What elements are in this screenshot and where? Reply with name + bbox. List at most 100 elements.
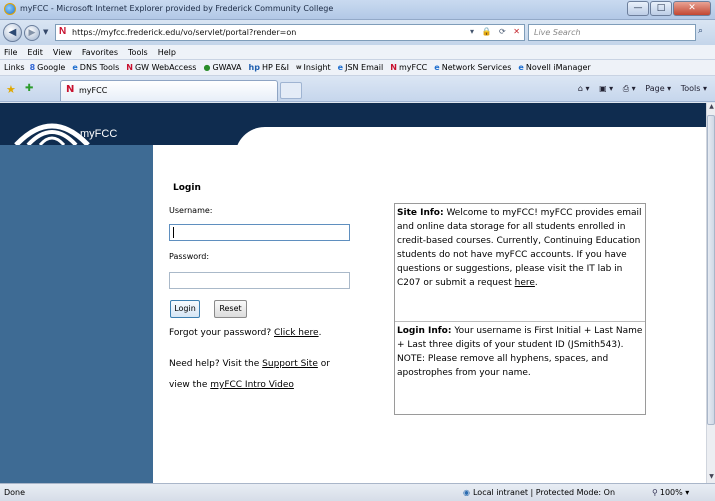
scroll-down-icon[interactable]: ▼ <box>707 473 715 483</box>
ie-page-icon: e <box>434 63 440 72</box>
link-label: GW WebAccess <box>134 63 197 72</box>
view-label: view the <box>169 380 208 390</box>
zoom-control[interactable]: ⚲ 100% ▾ <box>652 488 689 497</box>
login-info: Login Info: Your username is First Initi… <box>397 324 643 380</box>
menu-favorites[interactable]: Favorites <box>82 48 118 57</box>
lock-icon[interactable]: 🔒 <box>482 27 492 36</box>
address-url[interactable]: https://myfcc.frederick.edu/vo/servlet/p… <box>72 28 296 37</box>
link-label: JSN Email <box>345 63 384 72</box>
refresh-icon[interactable]: ⟳ <box>499 27 506 36</box>
site-info-end: . <box>534 278 538 288</box>
links-label: Links <box>4 63 25 72</box>
username-input[interactable] <box>169 224 350 241</box>
password-input[interactable] <box>169 272 350 289</box>
add-favorites-icon[interactable]: ✚ <box>25 83 33 94</box>
support-site-link[interactable]: Support Site <box>262 359 318 369</box>
link-network-services[interactable]: e Network Services <box>434 63 511 72</box>
scroll-thumb[interactable] <box>707 115 715 425</box>
login-button[interactable]: Login <box>170 300 200 318</box>
link-label: DNS Tools <box>79 63 120 72</box>
scroll-up-icon[interactable]: ▲ <box>707 103 715 113</box>
security-zone[interactable]: ◉ Local intranet | Protected Mode: On <box>463 488 615 497</box>
tab-label: myFCC <box>79 86 108 95</box>
sidebar <box>0 145 153 483</box>
site-info-text: Welcome to myFCC! myFCC provides email a… <box>397 208 642 288</box>
address-bar[interactable]: N https://myfcc.frederick.edu/vo/servlet… <box>55 24 525 41</box>
login-title: Login <box>173 183 201 193</box>
text-caret <box>173 227 174 238</box>
search-icon[interactable]: ⌕ <box>698 26 703 36</box>
link-novell-imanager[interactable]: e Novell iManager <box>518 63 590 72</box>
link-label: Google <box>37 63 66 72</box>
window-title: myFCC - Microsoft Internet Explorer prov… <box>20 4 334 13</box>
help-label: Need help? Visit the <box>169 359 260 369</box>
close-button[interactable]: ✕ <box>673 1 711 16</box>
tools-menu[interactable]: Tools ▾ <box>681 84 707 93</box>
menu-edit[interactable]: Edit <box>27 48 43 57</box>
info-divider <box>395 321 645 322</box>
google-icon: 8 <box>29 63 36 72</box>
username-label: Username: <box>169 206 213 215</box>
forgot-label: Forgot your password? <box>169 328 272 338</box>
login-info-label: Login Info: <box>397 326 452 336</box>
forward-button[interactable]: ▶ <box>24 25 40 41</box>
insight-icon: w <box>296 64 302 71</box>
menu-help[interactable]: Help <box>158 48 176 57</box>
link-gw-webaccess[interactable]: N GW WebAccess <box>126 63 196 72</box>
vertical-scrollbar[interactable]: ▲ ▼ <box>706 103 715 483</box>
link-hp-ei[interactable]: hp HP E&I <box>249 63 289 72</box>
site-info-label: Site Info: <box>397 208 444 218</box>
link-google[interactable]: 8 Google <box>30 63 66 72</box>
link-dns-tools[interactable]: e DNS Tools <box>72 63 119 72</box>
link-label: GWAVA <box>212 63 242 72</box>
links-bar: Links 8 Google e DNS Tools N GW WebAccess ●… <box>0 60 715 76</box>
info-box: Site Info: Welcome to myFCC! myFCC provi… <box>394 203 646 415</box>
help-or: or <box>320 359 330 369</box>
menu-view[interactable]: View <box>53 48 72 57</box>
tab-myfcc[interactable]: N myFCC <box>60 80 278 101</box>
link-label: Novell iManager <box>525 63 591 72</box>
ie-logo-icon <box>4 3 16 15</box>
minimize-button[interactable]: — <box>627 1 649 16</box>
new-tab-button[interactable] <box>280 82 302 99</box>
command-bar: ⌂ ▾ ▣ ▾ ⎙ ▾ Page ▾ Tools ▾ <box>571 84 707 94</box>
site-info-link[interactable]: here <box>515 278 535 288</box>
zoom-level: 100% <box>659 488 683 497</box>
header-banner: myFCC <box>0 103 706 157</box>
banner-curve <box>235 127 706 157</box>
help-text: Need help? Visit the Support Site or <box>169 359 330 369</box>
maximize-button[interactable]: □ <box>650 1 672 16</box>
reset-button[interactable]: Reset <box>214 300 247 318</box>
favorites-star-icon[interactable]: ★ <box>6 83 16 96</box>
back-button[interactable]: ◀ <box>3 23 22 42</box>
status-bar: Done ◉ Local intranet | Protected Mode: O… <box>0 483 715 501</box>
menu-tools[interactable]: Tools <box>128 48 148 57</box>
menu-file[interactable]: File <box>4 48 17 57</box>
novell-icon: N <box>390 63 397 72</box>
link-myfcc[interactable]: NmyFCC <box>390 63 427 72</box>
link-insight[interactable]: w Insight <box>296 63 331 72</box>
intranet-icon: ◉ <box>463 488 470 497</box>
address-row: ◀ ▶ ▼ N https://myfcc.frederick.edu/vo/s… <box>0 20 715 45</box>
ie-page-icon: e <box>518 63 524 72</box>
home-icon[interactable]: ⌂ ▾ <box>578 84 590 93</box>
page-menu[interactable]: Page ▾ <box>645 84 671 93</box>
forgot-password-link[interactable]: Click here <box>274 328 319 338</box>
print-icon[interactable]: ⎙ ▾ <box>623 84 636 93</box>
tab-favicon-icon: N <box>66 84 75 95</box>
stop-icon[interactable]: ✕ <box>513 27 520 36</box>
menu-bar: File Edit View Favorites Tools Help <box>0 45 715 60</box>
search-box[interactable]: Live Search <box>528 24 696 41</box>
address-dropdown-icon[interactable]: ▾ <box>470 27 474 36</box>
ie-page-icon: e <box>337 63 344 72</box>
intro-video-link[interactable]: myFCC Intro Video <box>210 380 294 390</box>
link-label: Insight <box>303 63 331 72</box>
video-text: view the myFCC Intro Video <box>169 380 294 390</box>
history-dropdown-icon[interactable]: ▼ <box>43 28 48 36</box>
feeds-icon[interactable]: ▣ ▾ <box>599 84 613 93</box>
link-jsn-email[interactable]: e JSN Email <box>338 63 384 72</box>
tab-bar: ★ ✚ N myFCC ⌂ ▾ ▣ ▾ ⎙ ▾ Page ▾ Tools ▾ <box>0 76 715 102</box>
forgot-end: . <box>318 328 322 338</box>
link-gwava[interactable]: ● GWAVA <box>203 63 241 72</box>
zoom-icon: ⚲ <box>652 488 658 497</box>
